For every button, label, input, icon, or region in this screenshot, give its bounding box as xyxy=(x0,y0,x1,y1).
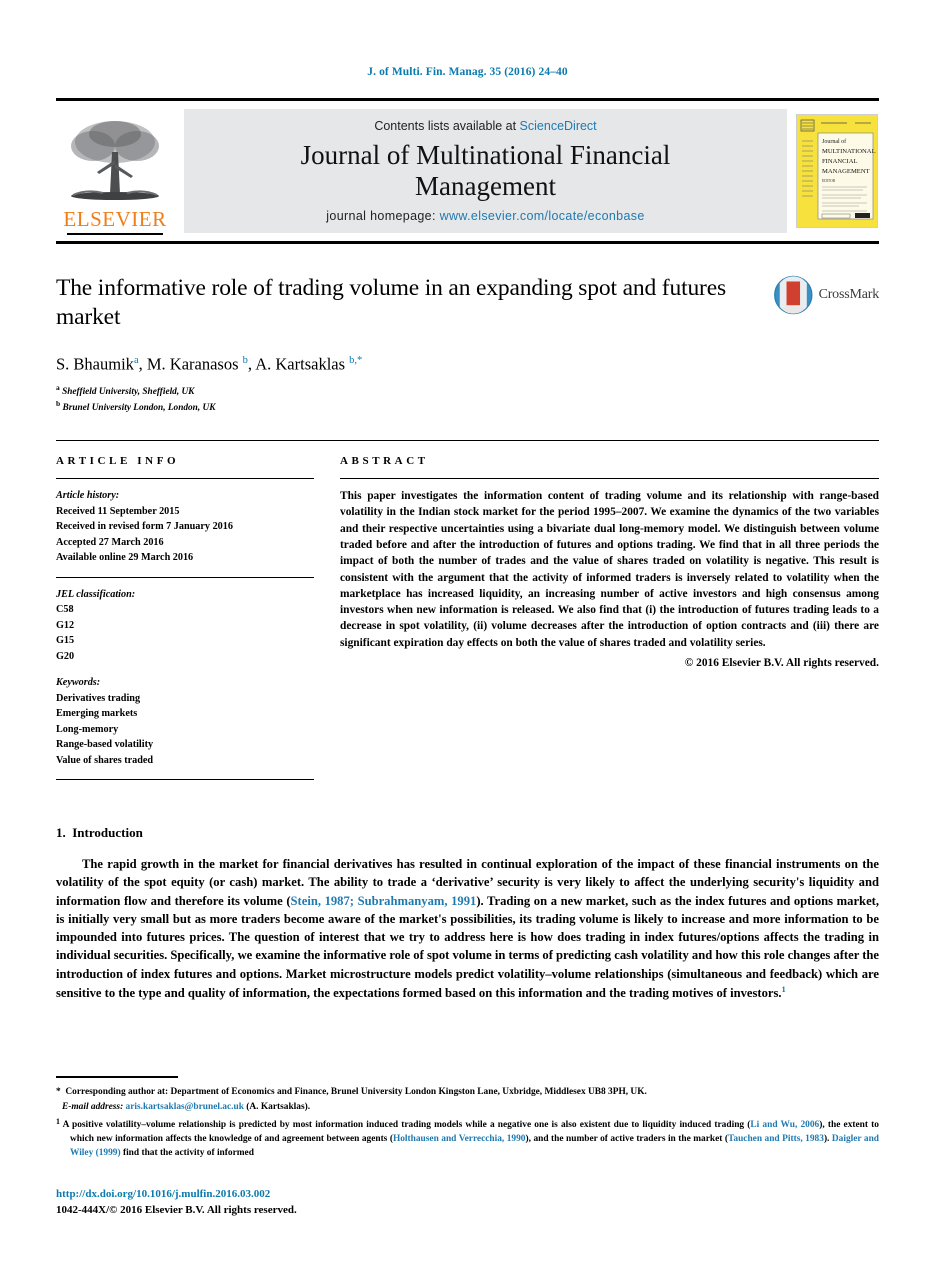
elsevier-underline xyxy=(67,233,163,235)
crossmark-icon xyxy=(774,275,813,315)
article-history-item: Received in revised form 7 January 2016 xyxy=(56,521,233,533)
affiliations: a Sheffield University, Sheffield, UK b … xyxy=(56,383,879,416)
jel-code: G15 xyxy=(56,635,75,647)
footnotes-area: * Corresponding author at: Department of… xyxy=(56,1076,879,1162)
article-title: The informative role of trading volume i… xyxy=(56,275,727,330)
keyword-item: Derivatives trading xyxy=(56,692,141,704)
jel-classification-group: JEL classification: C58 G12 G15 G20 xyxy=(56,587,314,665)
section-label: Introduction xyxy=(72,825,143,841)
journal-masthead: ELSEVIER Contents lists available at Sci… xyxy=(56,98,879,244)
svg-text:MULTINATIONAL: MULTINATIONAL xyxy=(822,148,876,155)
jel-divider xyxy=(56,576,314,578)
svg-text:Journal of: Journal of xyxy=(822,138,846,145)
affiliation-item: a Sheffield University, Sheffield, UK xyxy=(56,383,879,400)
issn-copyright: 1042-444X/© 2016 Elsevier B.V. All right… xyxy=(56,1203,297,1216)
keyword-item: Value of shares traded xyxy=(56,754,154,766)
contents-prefix: Contents lists available at xyxy=(374,119,520,134)
article-first-page: J. of Multi. Fin. Manag. 35 (2016) 24–40 xyxy=(0,0,935,1266)
crossmark-label: CrossMark xyxy=(818,287,880,302)
keywords-group: Keywords: Derivatives trading Emerging m… xyxy=(56,675,314,768)
article-history-item: Available online 29 March 2016 xyxy=(56,552,194,564)
abstract-heading: ABSTRACT xyxy=(340,455,429,468)
keyword-item: Range-based volatility xyxy=(56,739,154,751)
svg-text:MANAGEMENT: MANAGEMENT xyxy=(822,168,870,175)
footnote-corresponding-author: * Corresponding author at: Department of… xyxy=(56,1086,647,1097)
affiliation-text: Sheffield University, Sheffield, UK xyxy=(62,387,195,397)
article-info-divider xyxy=(56,478,314,480)
abstract-copyright: © 2016 Elsevier B.V. All rights reserved… xyxy=(684,657,879,669)
running-head: J. of Multi. Fin. Manag. 35 (2016) 24–40 xyxy=(367,66,568,78)
journal-homepage-line: journal homepage: www.elsevier.com/locat… xyxy=(326,209,644,223)
article-info-heading: ARTICLE INFO xyxy=(56,455,180,468)
contents-available-line: Contents lists available at ScienceDirec… xyxy=(374,119,596,133)
footnote-1: 1 A positive volatility–volume relations… xyxy=(56,1116,879,1159)
journal-title: Journal of Multinational Financial Manag… xyxy=(301,140,671,200)
article-history-item: Accepted 27 March 2016 xyxy=(56,536,164,548)
jel-title: JEL classification: xyxy=(56,588,136,600)
article-info-column: ARTICLE INFO Article history: Received 1… xyxy=(56,455,314,789)
keywords-title: Keywords: xyxy=(56,677,101,689)
footer-identifiers: http://dx.doi.org/10.1016/j.mulfin.2016.… xyxy=(56,1187,297,1218)
journal-cover-image: Journal of MULTINATIONAL FINANCIAL MANAG… xyxy=(796,114,878,228)
author-list: S. Bhaumika, M. Karanasos b, A. Kartsakl… xyxy=(56,354,363,374)
title-block: The informative role of trading volume i… xyxy=(56,274,879,416)
elsevier-logo: ELSEVIER xyxy=(56,105,174,237)
abstract-text: This paper investigates the information … xyxy=(340,490,879,649)
cover-artwork-icon: Journal of MULTINATIONAL FINANCIAL MANAG… xyxy=(797,115,877,227)
jel-code: C58 xyxy=(56,604,74,616)
sciencedirect-link[interactable]: ScienceDirect xyxy=(520,119,597,133)
section-number: 1. xyxy=(56,825,66,841)
affiliation-text: Brunel University London, London, UK xyxy=(62,403,216,414)
svg-text:FINANCIAL: FINANCIAL xyxy=(822,158,858,165)
crossmark-badge[interactable]: CrossMark xyxy=(773,268,879,322)
homepage-prefix: journal homepage: xyxy=(326,208,440,223)
journal-title-line-2: Management xyxy=(415,170,556,201)
jel-code: G20 xyxy=(56,650,75,662)
affiliation-marker: b xyxy=(56,399,61,409)
doi-link[interactable]: http://dx.doi.org/10.1016/j.mulfin.2016.… xyxy=(56,1187,297,1202)
svg-text:EDITOR: EDITOR xyxy=(822,179,836,183)
abstract-divider xyxy=(340,478,879,480)
jel-code: G12 xyxy=(56,619,75,631)
affiliation-marker: a xyxy=(56,382,60,392)
journal-cover-thumbnail[interactable]: Journal of MULTINATIONAL FINANCIAL MANAG… xyxy=(795,105,879,237)
abstract-column: ABSTRACT This paper investigates the inf… xyxy=(340,455,879,789)
keywords-bottom-divider xyxy=(56,779,314,781)
article-history-item: Received 11 September 2015 xyxy=(56,505,180,517)
body-area: 1. Introduction The rapid growth in the … xyxy=(56,825,879,1002)
keyword-item: Emerging markets xyxy=(56,708,138,720)
keyword-item: Long-memory xyxy=(56,723,119,735)
article-info-abstract-area: ARTICLE INFO Article history: Received 1… xyxy=(56,440,879,789)
journal-title-line-1: Journal of Multinational Financial xyxy=(300,140,671,171)
journal-banner: Contents lists available at ScienceDirec… xyxy=(184,109,787,233)
elsevier-wordmark: ELSEVIER xyxy=(63,207,167,231)
footnote-rule xyxy=(56,1076,178,1078)
footnote-email[interactable]: E-mail address: aris.kartsaklas@brunel.a… xyxy=(56,1101,879,1115)
article-history-title: Article history: xyxy=(56,490,120,502)
journal-homepage-link[interactable]: www.elsevier.com/locate/econbase xyxy=(440,209,645,223)
introduction-heading: 1. Introduction xyxy=(56,825,879,841)
article-history-group: Article history: Received 11 September 2… xyxy=(56,488,314,566)
introduction-paragraph: The rapid growth in the market for finan… xyxy=(56,857,879,1000)
elsevier-tree-icon xyxy=(71,121,159,200)
affiliation-item: b Brunel University London, London, UK xyxy=(56,399,879,416)
